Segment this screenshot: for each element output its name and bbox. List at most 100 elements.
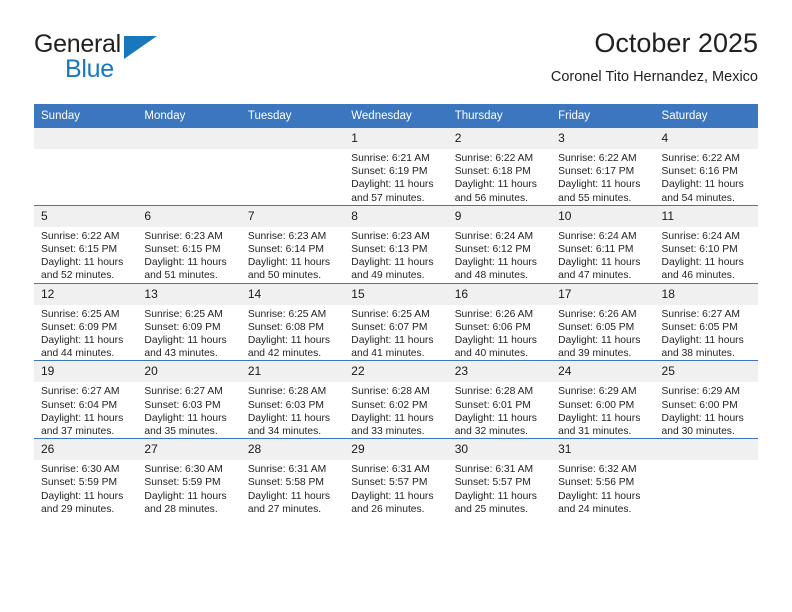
calendar-day-cell-empty bbox=[654, 438, 758, 517]
logo-triangle-icon bbox=[124, 36, 157, 59]
calendar-day-cell[interactable]: 31 Sunrise: 6:32 AM Sunset: 5:56 PM Dayligh… bbox=[551, 438, 655, 517]
day-details: Sunrise: 6:27 AM Sunset: 6:05 PM Daylight:… bbox=[655, 305, 758, 361]
sunrise-text: Sunrise: 6:24 AM bbox=[661, 230, 740, 242]
sunset-text: Sunset: 6:05 PM bbox=[661, 321, 738, 333]
day-number: 8 bbox=[344, 205, 448, 227]
day-details: Sunrise: 6:32 AM Sunset: 5:56 PM Daylight:… bbox=[551, 460, 654, 516]
day-details: Sunrise: 6:22 AM Sunset: 6:15 PM Daylight:… bbox=[34, 227, 137, 283]
calendar-day-cell[interactable]: 1 Sunrise: 6:21 AM Sunset: 6:19 PM Daylight… bbox=[344, 127, 448, 206]
day-number: 3 bbox=[551, 128, 655, 149]
calendar-day-cell[interactable]: 24 Sunrise: 6:29 AM Sunset: 6:00 PM Dayligh… bbox=[551, 360, 655, 439]
calendar-day-cell[interactable]: 15 Sunrise: 6:25 AM Sunset: 6:07 PM Dayligh… bbox=[344, 282, 448, 361]
daylight-text: Daylight: 11 hours and 29 minutes. bbox=[41, 490, 124, 515]
calendar-day-cell[interactable]: 30 Sunrise: 6:31 AM Sunset: 5:57 PM Dayligh… bbox=[447, 438, 552, 517]
sunset-text: Sunset: 6:11 PM bbox=[558, 244, 634, 256]
title-block: October 2025 Coronel Tito Hernandez, Mex… bbox=[551, 26, 758, 86]
calendar-day-cell[interactable]: 2 Sunrise: 6:22 AM Sunset: 6:18 PM Daylight… bbox=[447, 127, 552, 206]
day-number: 27 bbox=[137, 439, 241, 461]
daylight-text: Daylight: 11 hours and 37 minutes. bbox=[41, 412, 124, 438]
calendar-day-cell[interactable]: 18 Sunrise: 6:27 AM Sunset: 6:05 PM Dayligh… bbox=[654, 282, 758, 361]
calendar-day-cell[interactable]: 6 Sunrise: 6:23 AM Sunset: 6:15 PM Daylight… bbox=[137, 204, 241, 284]
calendar-day-cell[interactable]: 28 Sunrise: 6:31 AM Sunset: 5:58 PM Dayligh… bbox=[240, 438, 345, 517]
daylight-text: Daylight: 11 hours and 43 minutes. bbox=[144, 335, 227, 360]
daylight-text: Daylight: 11 hours and 24 minutes. bbox=[558, 490, 641, 515]
calendar-day-cell[interactable]: 5 Sunrise: 6:22 AM Sunset: 6:15 PM Daylight… bbox=[34, 204, 138, 284]
day-number: 30 bbox=[447, 439, 552, 461]
day-details: Sunrise: 6:31 AM Sunset: 5:58 PM Daylight:… bbox=[241, 460, 344, 516]
sunset-text: Sunset: 6:16 PM bbox=[661, 166, 738, 178]
sunrise-text: Sunrise: 6:25 AM bbox=[41, 308, 120, 320]
sunrise-text: Sunrise: 6:31 AM bbox=[351, 464, 430, 476]
calendar-header-row: Sunday Monday Tuesday Wednesday Thursday Frid… bbox=[34, 104, 758, 128]
calendar-day-cell[interactable]: 11 Sunrise: 6:24 AM Sunset: 6:10 PM Dayligh… bbox=[654, 204, 758, 284]
calendar-day-cell[interactable]: 14 Sunrise: 6:25 AM Sunset: 6:08 PM Dayligh… bbox=[240, 282, 345, 361]
calendar-week-row: 1 Sunrise: 6:21 AM Sunset: 6:19 PM Daylight… bbox=[34, 127, 758, 206]
day-number: 9 bbox=[447, 205, 552, 227]
sunrise-text: Sunrise: 6:22 AM bbox=[454, 153, 534, 164]
calendar-day-cell[interactable]: 17 Sunrise: 6:26 AM Sunset: 6:05 PM Dayligh… bbox=[551, 282, 655, 361]
daylight-text: Daylight: 11 hours and 28 minutes. bbox=[144, 490, 227, 515]
calendar-day-cell[interactable]: 26 Sunrise: 6:30 AM Sunset: 5:59 PM Dayligh… bbox=[34, 438, 138, 517]
day-number bbox=[654, 439, 758, 461]
calendar-day-cell[interactable]: 7 Sunrise: 6:23 AM Sunset: 6:14 PM Daylight… bbox=[240, 204, 345, 284]
sunrise-text: Sunrise: 6:22 AM bbox=[558, 153, 637, 164]
daylight-text: Daylight: 11 hours and 25 minutes. bbox=[454, 490, 537, 515]
sunrise-text: Sunrise: 6:31 AM bbox=[247, 464, 327, 476]
sunset-text: Sunset: 5:59 PM bbox=[41, 477, 118, 489]
day-number: 2 bbox=[447, 128, 552, 149]
daylight-text: Daylight: 11 hours and 40 minutes. bbox=[454, 335, 537, 360]
day-number: 16 bbox=[447, 283, 552, 305]
calendar-week-row: 26 Sunrise: 6:30 AM Sunset: 5:59 PM Dayligh… bbox=[34, 438, 758, 517]
calendar-day-cell[interactable]: 27 Sunrise: 6:30 AM Sunset: 5:59 PM Dayligh… bbox=[137, 438, 241, 517]
day-number: 13 bbox=[137, 283, 241, 305]
day-number bbox=[34, 128, 138, 149]
general-blue-logo[interactable]: General Blue bbox=[34, 30, 234, 86]
sunrise-text: Sunrise: 6:32 AM bbox=[558, 464, 637, 476]
calendar-day-cell[interactable]: 3 Sunrise: 6:22 AM Sunset: 6:17 PM Daylight… bbox=[551, 127, 655, 206]
calendar-table: Sunday Monday Tuesday Wednesday Thursday Frid… bbox=[34, 104, 758, 517]
calendar-day-cell[interactable]: 13 Sunrise: 6:25 AM Sunset: 6:09 PM Dayligh… bbox=[137, 282, 241, 361]
calendar-day-cell[interactable]: 9 Sunrise: 6:24 AM Sunset: 6:12 PM Daylight… bbox=[447, 204, 552, 284]
daylight-text: Daylight: 11 hours and 38 minutes. bbox=[661, 335, 744, 360]
calendar-day-cell[interactable]: 23 Sunrise: 6:28 AM Sunset: 6:01 PM Dayligh… bbox=[447, 360, 552, 439]
weekday-header-wednesday: Wednesday bbox=[344, 104, 448, 128]
day-number: 10 bbox=[551, 205, 655, 227]
calendar-day-cell[interactable]: 16 Sunrise: 6:26 AM Sunset: 6:06 PM Dayligh… bbox=[447, 282, 552, 361]
calendar-day-cell[interactable]: 25 Sunrise: 6:29 AM Sunset: 6:00 PM Dayligh… bbox=[654, 360, 758, 439]
sunrise-text: Sunrise: 6:27 AM bbox=[41, 386, 120, 398]
calendar-day-cell[interactable]: 12 Sunrise: 6:25 AM Sunset: 6:09 PM Dayligh… bbox=[34, 282, 138, 361]
calendar-day-cell[interactable]: 21 Sunrise: 6:28 AM Sunset: 6:03 PM Dayligh… bbox=[240, 360, 345, 439]
day-details: Sunrise: 6:31 AM Sunset: 5:57 PM Daylight:… bbox=[344, 460, 447, 516]
daylight-text: Daylight: 11 hours and 57 minutes. bbox=[351, 179, 434, 204]
sunrise-text: Sunrise: 6:27 AM bbox=[144, 386, 223, 398]
calendar-day-cell[interactable]: 22 Sunrise: 6:28 AM Sunset: 6:02 PM Dayligh… bbox=[344, 360, 448, 439]
day-number: 6 bbox=[137, 205, 241, 227]
sunset-text: Sunset: 6:01 PM bbox=[454, 399, 531, 411]
calendar-day-cell[interactable]: 8 Sunrise: 6:23 AM Sunset: 6:13 PM Daylight… bbox=[344, 204, 448, 284]
sunset-text: Sunset: 5:59 PM bbox=[144, 477, 221, 489]
calendar-day-cell[interactable]: 19 Sunrise: 6:27 AM Sunset: 6:04 PM Dayligh… bbox=[34, 360, 138, 439]
page-subtitle: Coronel Tito Hernandez, Mexico bbox=[550, 69, 758, 85]
day-number: 21 bbox=[240, 361, 345, 383]
daylight-text: Daylight: 11 hours and 56 minutes. bbox=[454, 179, 537, 204]
weekday-header-thursday: Thursday bbox=[447, 104, 552, 128]
sunrise-text: Sunrise: 6:27 AM bbox=[661, 308, 740, 320]
day-number: 17 bbox=[551, 283, 655, 305]
weekday-header-monday: Monday bbox=[137, 104, 241, 128]
calendar-day-cell[interactable]: 4 Sunrise: 6:22 AM Sunset: 6:16 PM Daylight… bbox=[654, 127, 758, 206]
daylight-text: Daylight: 11 hours and 27 minutes. bbox=[247, 490, 331, 515]
day-details: Sunrise: 6:31 AM Sunset: 5:57 PM Daylight:… bbox=[448, 460, 551, 516]
calendar-day-cell[interactable]: 20 Sunrise: 6:27 AM Sunset: 6:03 PM Dayligh… bbox=[137, 360, 241, 439]
day-details: Sunrise: 6:22 AM Sunset: 6:17 PM Daylight:… bbox=[551, 149, 654, 205]
sunset-text: Sunset: 6:03 PM bbox=[144, 399, 221, 411]
daylight-text: Daylight: 11 hours and 33 minutes. bbox=[351, 412, 434, 438]
calendar-day-cell[interactable]: 29 Sunrise: 6:31 AM Sunset: 5:57 PM Dayligh… bbox=[344, 438, 448, 517]
daylight-text: Daylight: 11 hours and 31 minutes. bbox=[558, 412, 641, 438]
sunset-text: Sunset: 6:04 PM bbox=[41, 399, 118, 411]
sunrise-text: Sunrise: 6:23 AM bbox=[351, 230, 430, 242]
weekday-header-saturday: Saturday bbox=[654, 104, 758, 128]
day-number: 31 bbox=[551, 439, 655, 461]
sunset-text: Sunset: 6:10 PM bbox=[661, 244, 738, 256]
logo-text-blue: Blue bbox=[65, 55, 114, 83]
calendar-day-cell[interactable]: 10 Sunrise: 6:24 AM Sunset: 6:11 PM Dayligh… bbox=[551, 204, 655, 284]
